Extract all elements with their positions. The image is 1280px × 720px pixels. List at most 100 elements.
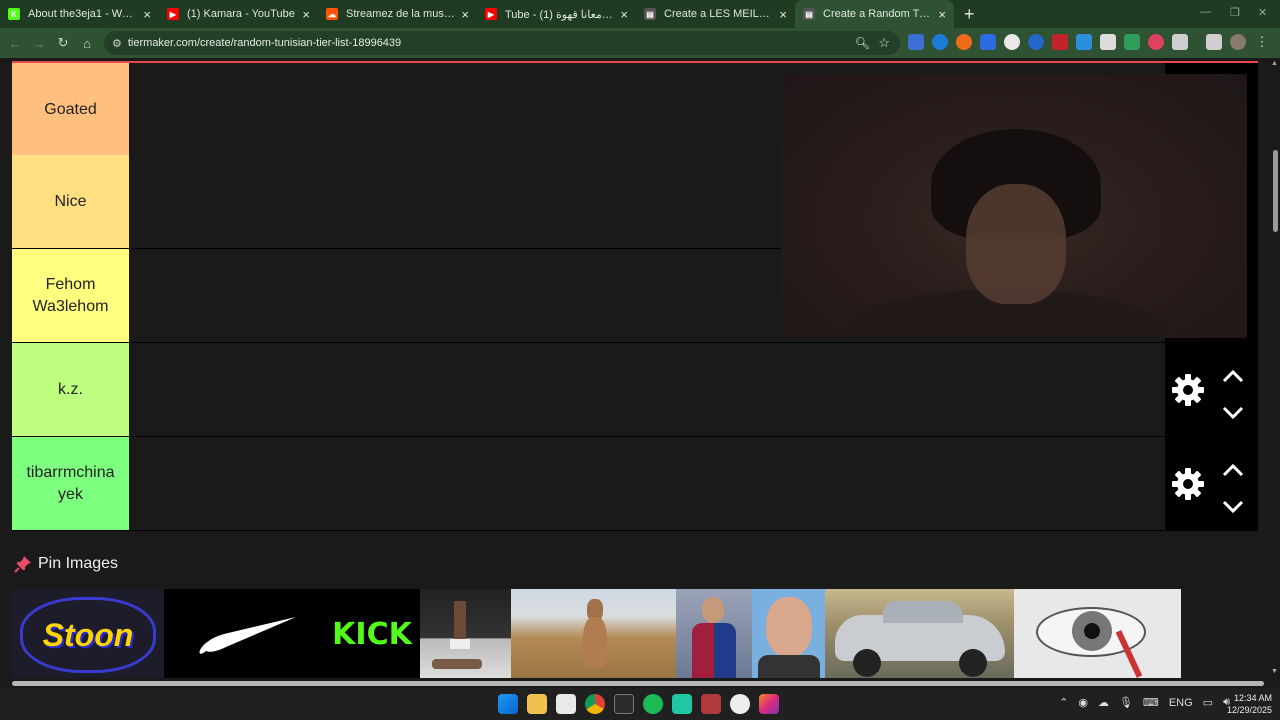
gear-icon[interactable] [1171,373,1205,407]
extension-icon[interactable] [1004,34,1020,50]
webcam-overlay [781,74,1247,338]
language-indicator[interactable]: ENG [1169,697,1193,709]
back-button[interactable]: ← [3,36,27,51]
display-icon[interactable]: ▭ [1203,696,1213,709]
instagram-icon[interactable] [759,694,779,714]
eye-drawing[interactable] [1014,589,1181,678]
forward-button[interactable]: → [27,36,51,51]
microphone-icon[interactable]: 🎙︎ [1119,696,1133,709]
puzzle-extensions-icon[interactable] [1172,34,1188,50]
windows-taskbar: ⌃ ◉ ☁ 🎙︎ ⌨ ENG ▭ 🔊︎ 12:34 AM 12/29/2025 [0,688,1280,720]
horizontal-scrollbar[interactable] [0,678,1280,688]
vertical-scrollbar[interactable]: ▲ ▼ [1270,58,1280,678]
clock[interactable]: 12:34 AM 12/29/2025 [1227,692,1272,716]
tab-title: Create a LES MEILLEURS SNEA [664,8,773,20]
tier-drop-zone[interactable] [129,437,1165,530]
restore-icon[interactable]: ❐ [1230,6,1240,19]
extension-icon[interactable] [1148,34,1164,50]
tier-label[interactable]: Goated [12,63,129,156]
chevron-down-icon[interactable] [1221,500,1245,514]
extension-icon[interactable] [956,34,972,50]
close-tab-icon[interactable]: × [938,7,946,22]
extension-icon[interactable] [932,34,948,50]
kangaroo-photo[interactable] [511,589,676,678]
tab-title: Streamez de la musique Omara [346,8,455,20]
browser-tab-bar: K About the3eja1 - Watch Live on × ▶ (1) Kam… [0,0,1280,28]
tier-controls [1165,343,1258,436]
close-tab-icon[interactable]: × [461,7,469,22]
spotify-icon[interactable] [643,694,663,714]
browser-tab[interactable]: ▶ (1) Kamara - YouTube × [159,0,318,28]
pin-images-label: Pin Images [38,555,119,572]
tab-strip: K About the3eja1 - Watch Live on × ▶ (1) Kam… [0,0,954,28]
tier-label[interactable]: tibarrmchina yek [12,437,129,530]
chevron-up-icon[interactable]: ⌃ [1059,696,1068,709]
tier-label[interactable]: Nice [12,155,129,248]
app-icon[interactable] [701,694,721,714]
tab-favicon-icon: ▶ [167,8,179,20]
tier-list-page: Goated Nice Fehom Wa3lehom k.z. tibarrmchina… [0,58,1270,678]
close-tab-icon[interactable]: × [143,7,151,22]
browser-tab[interactable]: ☁ Streamez de la musique Omara × [318,0,477,28]
pushpin-icon [14,556,31,573]
extension-icon[interactable] [1028,34,1044,50]
epic-games-icon[interactable] [614,694,634,714]
scroll-up-icon[interactable]: ▲ [1271,60,1278,67]
silver-car-photo[interactable] [825,589,1014,678]
media-player-icon[interactable] [730,694,750,714]
reading-list-icon[interactable] [1206,34,1222,50]
tier-row: tibarrmchina yek [12,437,1258,531]
chrome-icon[interactable] [585,694,605,714]
tier-drop-zone[interactable] [129,343,1165,436]
extension-icon[interactable] [1076,34,1092,50]
chevron-up-icon[interactable] [1221,369,1245,383]
scroll-down-icon[interactable]: ▼ [1271,668,1278,675]
footballer-photo[interactable] [676,589,752,678]
chevron-down-icon[interactable] [1221,406,1245,420]
nike-logo[interactable] [164,589,324,678]
close-tab-icon[interactable]: × [620,7,628,22]
store-icon[interactable] [556,694,576,714]
horizontal-scroll-thumb[interactable] [12,681,1264,686]
chevron-up-icon[interactable] [1221,463,1245,477]
close-tab-icon[interactable]: × [779,7,787,22]
close-tab-icon[interactable]: × [302,7,310,22]
keyboard-icon[interactable]: ⌨ [1143,696,1159,709]
cloud-icon[interactable]: ☁ [1098,696,1109,709]
browser-tab[interactable]: ▤ Create a LES MEILLEURS SNEA × [636,0,795,28]
bald-man-photo[interactable] [752,589,825,678]
close-window-icon[interactable]: ✕ [1258,6,1267,19]
stoon-logo[interactable]: Stoon [12,589,164,678]
boxing-photo[interactable] [420,589,511,678]
tier-label[interactable]: Fehom Wa3lehom [12,249,129,342]
tier-label[interactable]: k.z. [12,343,129,436]
gear-icon[interactable] [1171,467,1205,501]
browser-tab[interactable]: ▤ Create a Random Tunisian Tier × [795,0,954,28]
site-info-icon[interactable]: ⚙ [112,37,122,50]
start-icon[interactable] [498,694,518,714]
browser-menu-icon[interactable]: ⋮ [1254,34,1270,50]
browser-tab[interactable]: K About the3eja1 - Watch Live on × [0,0,159,28]
extension-icon[interactable] [1100,34,1116,50]
app-icon[interactable] [672,694,692,714]
pin-images-heading[interactable]: Pin Images [14,555,118,573]
security-icon[interactable]: ◉ [1078,696,1088,709]
browser-tab[interactable]: ▶ Tube - إيجي أعمل معانا قهوة (1) × [477,0,636,28]
extension-icon[interactable] [1052,34,1068,50]
address-bar[interactable]: ⚙ tiermaker.com/create/random-tunisian-t… [104,31,900,55]
new-tab-button[interactable]: + [964,4,975,25]
minimize-icon[interactable]: — [1200,6,1211,18]
extension-icon[interactable] [1124,34,1140,50]
zoom-icon[interactable]: 🔍︎ [855,36,870,50]
extensions-area: ⋮ [908,34,1270,50]
bookmark-star-icon[interactable]: ☆ [878,35,890,51]
profile-avatar[interactable] [1230,34,1246,50]
file-explorer-icon[interactable] [527,694,547,714]
reload-button[interactable]: ↻ [51,35,75,51]
extension-icon[interactable] [980,34,996,50]
translate-extension-icon[interactable] [908,34,924,50]
vertical-scroll-thumb[interactable] [1273,150,1278,232]
kick-logo[interactable]: KICK [324,589,420,678]
tier-controls [1165,437,1258,530]
home-button[interactable]: ⌂ [75,36,99,51]
